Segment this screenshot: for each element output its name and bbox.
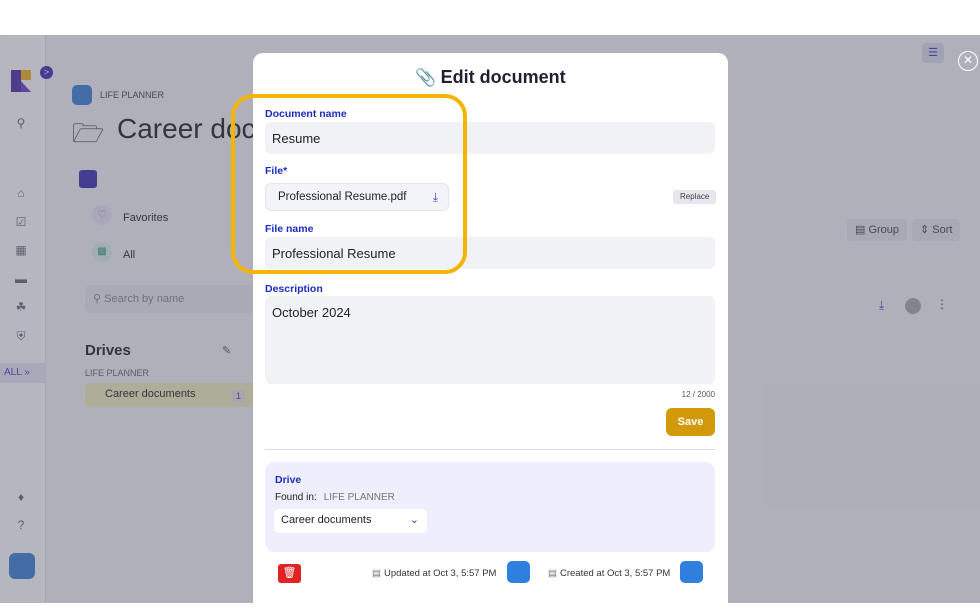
created-at: ▤ Created at Oct 3, 5:57 PM (548, 568, 670, 579)
modal-title: 📎 Edit document (253, 67, 728, 88)
updater-avatar (507, 561, 530, 583)
highlight-annotation (231, 94, 467, 274)
drive-section: Drive Found in: LIFE PLANNER Career docum… (265, 462, 715, 552)
found-in-label: Found in: (275, 492, 317, 503)
drive-select-value: Career documents (281, 514, 372, 526)
created-text: Created at Oct 3, 5:57 PM (559, 568, 671, 579)
found-in-tag: LIFE PLANNER (323, 492, 395, 503)
creator-avatar (680, 561, 703, 583)
calendar-add-icon: ▤ (548, 568, 557, 579)
character-counter: 12 / 2000 (681, 390, 715, 399)
modal-title-text: Edit document (440, 67, 566, 87)
delete-button[interactable]: 🗑 (278, 564, 301, 583)
replace-button[interactable]: Replace (673, 190, 717, 204)
chevron-down-icon: ⌄ (409, 514, 419, 526)
calendar-edit-icon: ▤ (372, 568, 381, 579)
description-label: Description (265, 283, 323, 295)
description-textarea[interactable]: October 2024 (265, 296, 715, 384)
save-button[interactable]: Save (666, 408, 715, 436)
found-in: Found in: LIFE PLANNER (275, 492, 395, 503)
drive-label: Drive (275, 474, 302, 486)
close-icon[interactable]: ✕ (958, 51, 978, 71)
updated-at: ▤ Updated at Oct 3, 5:57 PM (372, 568, 496, 579)
divider (265, 449, 715, 450)
trash-icon: 🗑 (282, 567, 297, 579)
updated-text: Updated at Oct 3, 5:57 PM (383, 568, 497, 579)
drive-select[interactable]: Career documents ⌄ (274, 509, 427, 533)
paperclip-icon: 📎 (415, 68, 437, 87)
